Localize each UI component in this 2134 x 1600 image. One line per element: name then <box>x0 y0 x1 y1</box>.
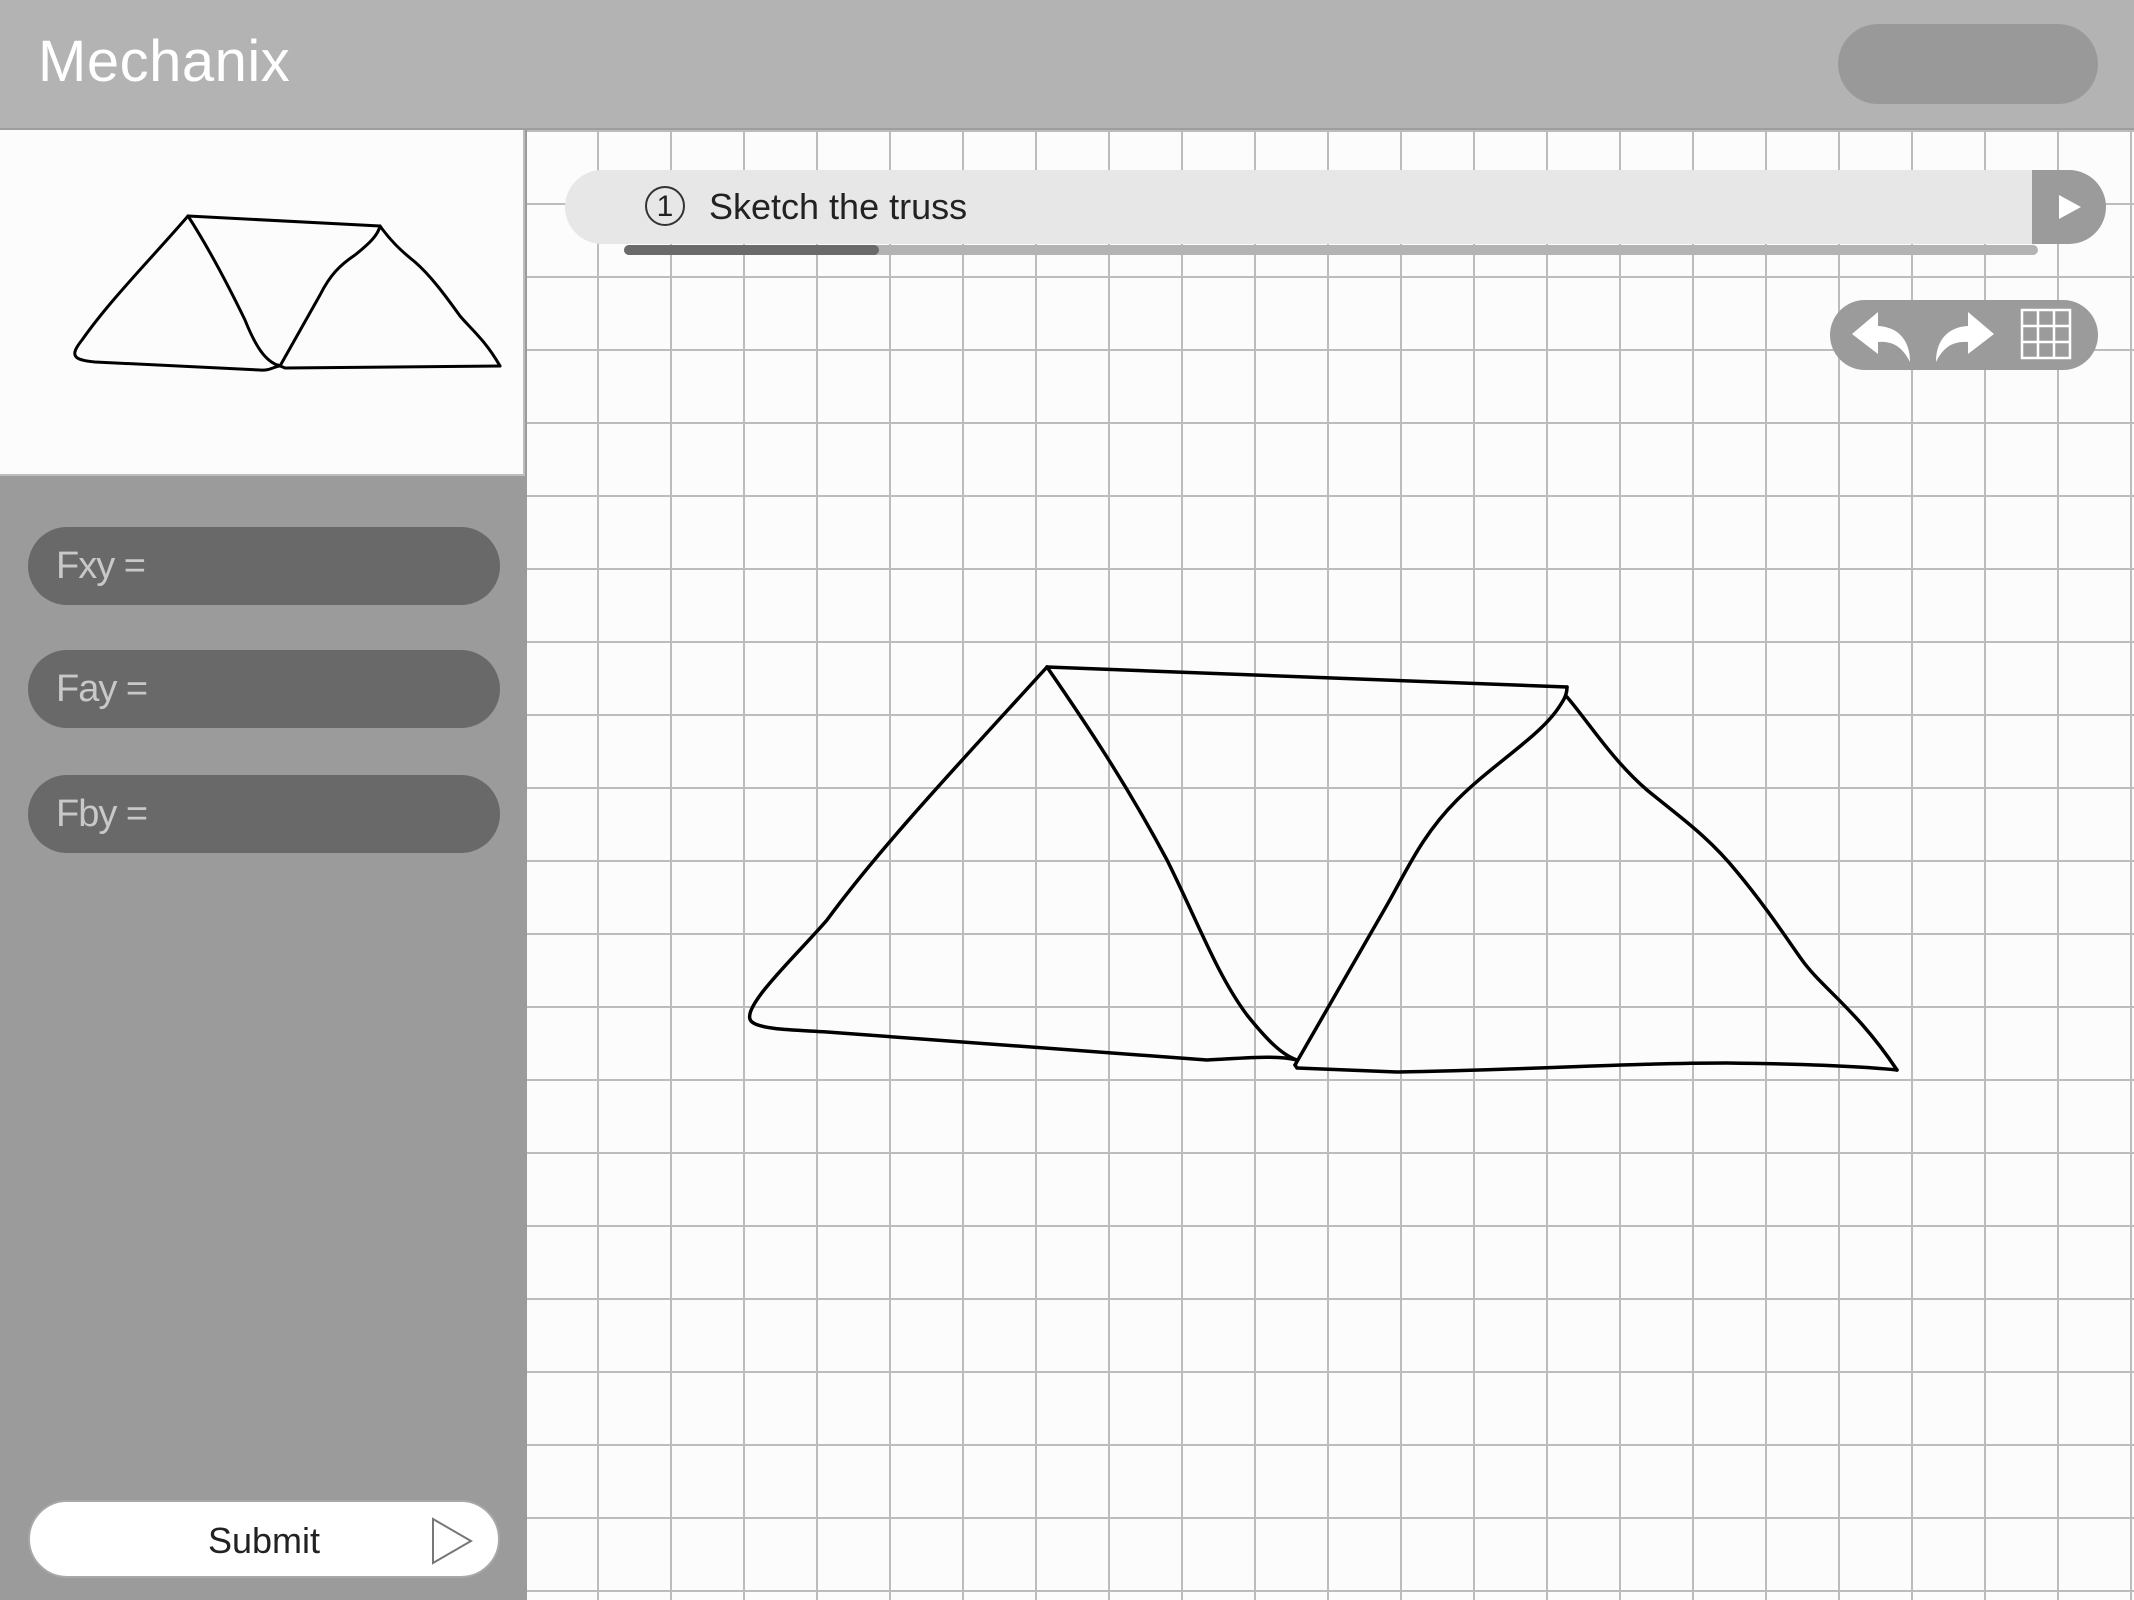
submit-label: Submit <box>207 1520 321 1561</box>
fay-label: Fay = <box>56 667 148 710</box>
undo-icon[interactable] <box>1848 308 1920 364</box>
app-header: Mechanix <box>0 0 2134 130</box>
submit-button[interactable]: Submit <box>28 1500 500 1578</box>
redo-icon[interactable] <box>1926 308 1998 364</box>
fby-input[interactable] <box>155 792 500 836</box>
next-step-button[interactable] <box>2032 170 2106 244</box>
fxy-input[interactable] <box>152 544 500 588</box>
step-progress <box>624 245 2038 255</box>
fay-input[interactable] <box>155 667 500 711</box>
truss-preview <box>0 130 525 476</box>
truss-preview-sketch <box>73 214 502 372</box>
step-progress-fill <box>624 245 879 255</box>
fxy-label: Fxy = <box>56 544 146 587</box>
fby-field[interactable]: Fby = <box>28 775 500 853</box>
header-menu-button[interactable] <box>1838 24 2098 104</box>
fay-field[interactable]: Fay = <box>28 650 500 728</box>
fby-label: Fby = <box>56 792 148 835</box>
play-icon <box>2059 195 2081 219</box>
step-instruction: Sketch the truss <box>709 186 968 227</box>
fxy-field[interactable]: Fxy = <box>28 527 500 605</box>
grid-icon[interactable] <box>2020 308 2072 360</box>
play-outline-icon <box>432 1517 473 1565</box>
canvas-toolbox <box>1830 300 2098 370</box>
app-title: Mechanix <box>38 29 291 94</box>
sidebar: Fxy = Fay = Fby = Submit <box>0 130 527 1600</box>
step-number: 1 <box>645 186 685 226</box>
step-bar: 1 Sketch the truss <box>565 170 2106 244</box>
